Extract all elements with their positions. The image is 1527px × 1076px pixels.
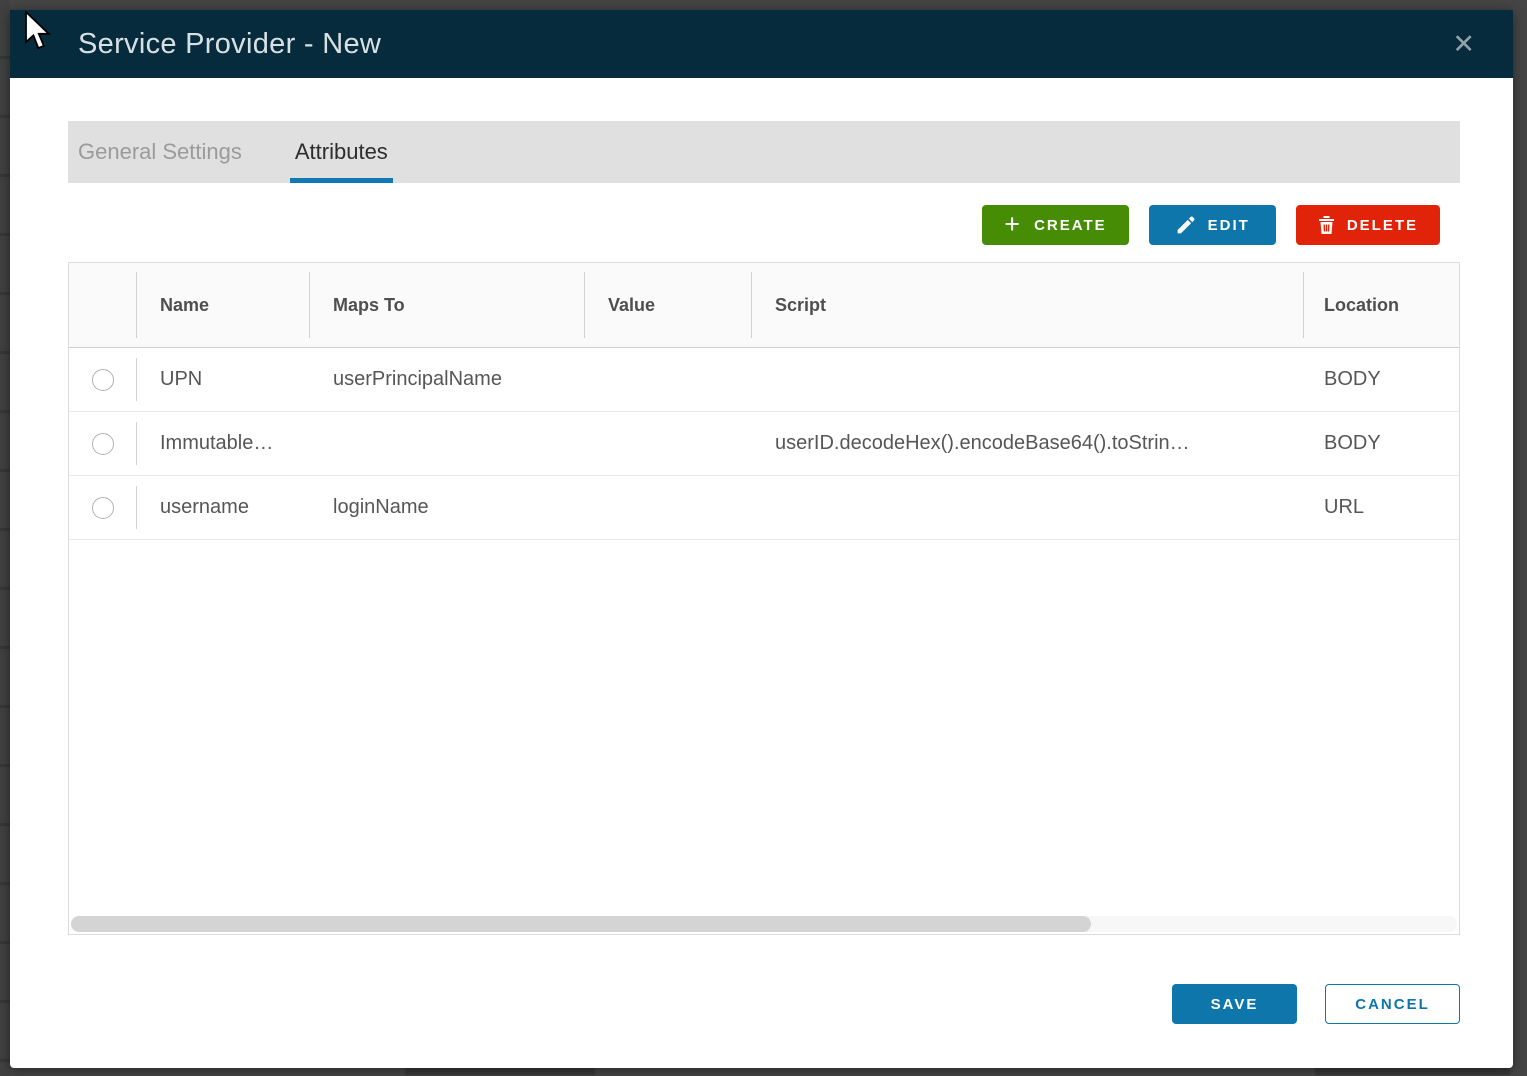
cell-name: username	[136, 476, 309, 539]
table-row[interactable]: Immutable… userID.decodeHex().encodeBase…	[69, 412, 1459, 476]
radio-button[interactable]	[92, 497, 114, 519]
modal-title: Service Provider - New	[78, 28, 381, 61]
background-content-hint	[1315, 1067, 1510, 1075]
row-select-cell	[69, 412, 136, 475]
tab-general-settings[interactable]: General Settings	[68, 121, 252, 183]
cell-maps-to	[309, 412, 584, 475]
create-button[interactable]: + CREATE	[982, 205, 1128, 245]
cell-location: BODY	[1303, 412, 1459, 475]
cell-script	[751, 476, 1303, 539]
attributes-table: Name Maps To Value Script Location UPN u…	[68, 262, 1460, 935]
modal-footer: SAVE CANCEL	[68, 984, 1460, 1024]
header-name: Name	[136, 263, 309, 347]
cell-location: URL	[1303, 476, 1459, 539]
edit-button[interactable]: EDIT	[1149, 205, 1276, 245]
header-value: Value	[584, 263, 751, 347]
cell-value	[584, 412, 751, 475]
modal-titlebar: Service Provider - New ✕	[10, 10, 1513, 78]
save-button[interactable]: SAVE	[1172, 984, 1297, 1024]
cell-value	[584, 476, 751, 539]
header-location: Location	[1303, 263, 1459, 347]
cell-value	[584, 348, 751, 411]
create-button-label: CREATE	[1034, 217, 1107, 234]
service-provider-modal: Service Provider - New ✕ General Setting…	[10, 10, 1513, 1068]
cell-maps-to: loginName	[309, 476, 584, 539]
close-icon[interactable]: ✕	[1448, 27, 1479, 62]
cell-script: userID.decodeHex().encodeBase64().toStri…	[751, 412, 1303, 475]
cell-name: Immutable…	[136, 412, 309, 475]
cell-name: UPN	[136, 348, 309, 411]
header-script: Script	[751, 263, 1303, 347]
table-header-row: Name Maps To Value Script Location	[69, 263, 1459, 348]
cell-script	[751, 348, 1303, 411]
cancel-button[interactable]: CANCEL	[1325, 984, 1460, 1024]
background-page-edge	[0, 0, 10, 1076]
trash-icon	[1318, 215, 1335, 235]
pencil-icon	[1175, 215, 1196, 236]
radio-button[interactable]	[92, 433, 114, 455]
background-content-hint	[405, 1067, 595, 1075]
table-row[interactable]: UPN userPrincipalName BODY	[69, 348, 1459, 412]
cell-maps-to: userPrincipalName	[309, 348, 584, 411]
row-select-cell	[69, 476, 136, 539]
edit-button-label: EDIT	[1208, 217, 1250, 234]
delete-button-label: DELETE	[1347, 217, 1418, 234]
row-select-cell	[69, 348, 136, 411]
header-select-column	[69, 263, 136, 347]
horizontal-scrollbar-thumb[interactable]	[71, 916, 1091, 932]
toolbar: + CREATE EDIT DELETE	[68, 205, 1440, 245]
cell-location: BODY	[1303, 348, 1459, 411]
tab-bar: General Settings Attributes	[68, 121, 1460, 183]
tab-attributes[interactable]: Attributes	[290, 121, 393, 183]
header-maps-to: Maps To	[309, 263, 584, 347]
table-row[interactable]: username loginName URL	[69, 476, 1459, 540]
horizontal-scrollbar-track[interactable]	[71, 916, 1457, 932]
radio-button[interactable]	[92, 369, 114, 391]
delete-button[interactable]: DELETE	[1296, 205, 1440, 245]
